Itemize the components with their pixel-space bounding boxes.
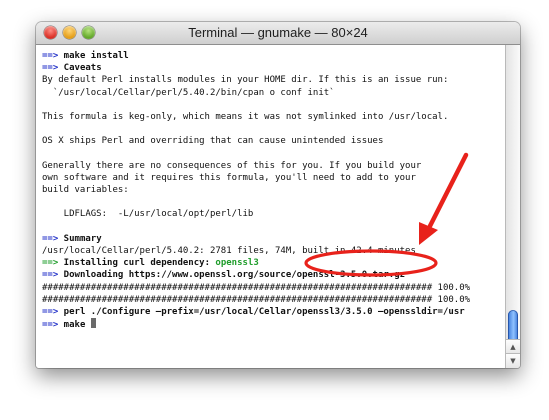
prompt-arrow: ==>: [42, 51, 59, 61]
text-cursor: [90, 318, 96, 329]
terminal-line-text: Summary: [58, 233, 102, 244]
terminal-line: This formula is keg-only, which means it…: [42, 111, 506, 123]
terminal-line-text: Generally there are no consequences of t…: [42, 160, 422, 171]
terminal-line-text: Installing curl dependency:: [58, 258, 216, 269]
terminal-line: ==> perl ./Configure —prefix=/usr/local/…: [42, 306, 506, 318]
terminal-line: /usr/local/Cellar/perl/5.40.2: 2781 file…: [42, 245, 506, 257]
arrow-down-icon: ▼: [510, 357, 516, 365]
terminal-line: ########################################…: [42, 282, 506, 294]
terminal-window: Terminal — gnumake — 80×24 ==> make inst…: [36, 22, 520, 368]
terminal-line: ==> Caveats: [42, 62, 506, 74]
prompt-arrow: ==>: [42, 306, 59, 317]
terminal-line: own software and it requires this formul…: [42, 172, 506, 184]
arrow-up-icon: ▲: [510, 343, 516, 351]
prompt-arrow: ==>: [42, 258, 59, 269]
terminal-line-text: own software and it requires this formul…: [42, 172, 416, 183]
scroll-down-button[interactable]: ▼: [506, 353, 520, 368]
terminal-output[interactable]: ==> make install ==> Caveats By default Pe…: [36, 45, 506, 368]
prompt-arrow: ==>: [42, 233, 59, 244]
terminal-line: ==> Downloading https://www.openssl.org/…: [42, 269, 506, 281]
terminal-line-text: OS X ships Perl and overriding that can …: [42, 136, 384, 147]
terminal-line-text: LDFLAGS: -L/usr/local/opt/perl/lib: [42, 209, 254, 220]
terminal-line-text: Caveats: [58, 63, 102, 74]
vertical-scrollbar[interactable]: ▲ ▼: [505, 45, 520, 368]
terminal-line-text: This formula is keg-only, which means it…: [42, 111, 449, 122]
scroll-up-button[interactable]: ▲: [506, 339, 520, 354]
terminal-line: ==> make install: [42, 50, 506, 62]
prompt-arrow: ==>: [42, 270, 59, 281]
dependency-name: openssl3: [215, 258, 259, 269]
terminal-line: build variables:: [42, 184, 506, 196]
prompt-arrow: ==>: [42, 63, 59, 74]
terminal-line-text: Downloading https://www.openssl.org/sour…: [58, 270, 406, 281]
terminal-line: OS X ships Perl and overriding that can …: [42, 135, 506, 147]
terminal-line-text: make install: [58, 51, 129, 61]
terminal-line-text: perl ./Configure —prefix=/usr/local/Cell…: [58, 306, 465, 317]
terminal-line: ==> Installing curl dependency: openssl3: [42, 257, 506, 269]
terminal-line: ==> Summary: [42, 233, 506, 245]
terminal-line-text: build variables:: [42, 185, 129, 196]
terminal-line-text: By default Perl installs modules in your…: [42, 75, 449, 86]
terminal-line: Generally there are no consequences of t…: [42, 160, 506, 172]
terminal-line: ==> make: [42, 318, 506, 330]
title-bar[interactable]: Terminal — gnumake — 80×24: [36, 22, 520, 45]
terminal-line-text: ########################################…: [42, 282, 471, 293]
terminal-line: ########################################…: [42, 294, 506, 306]
terminal-line-text: ########################################…: [42, 294, 471, 305]
terminal-line-text: `/usr/local/Cellar/perl/5.40.2/bin/cpan …: [42, 87, 335, 98]
window-title: Terminal — gnumake — 80×24: [188, 25, 368, 40]
prompt-arrow: ==>: [42, 320, 59, 331]
terminal-line-text: /usr/local/Cellar/perl/5.40.2: 2781 file…: [42, 246, 416, 256]
terminal-line: `/usr/local/Cellar/perl/5.40.2/bin/cpan …: [42, 87, 506, 99]
terminal-line-text: make: [58, 320, 86, 331]
terminal-line: By default Perl installs modules in your…: [42, 74, 506, 86]
terminal-line: LDFLAGS: -L/usr/local/opt/perl/lib: [42, 208, 506, 220]
